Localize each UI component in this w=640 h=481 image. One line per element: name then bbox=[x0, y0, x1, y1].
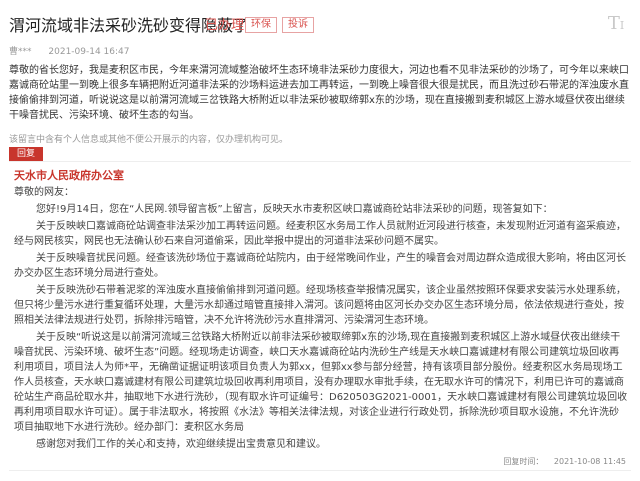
reply-paragraph: 关于反映噪音扰民问题。经查该洗砂场位于嘉诚商砼站院内，由于经常晚间作业，产生的噪… bbox=[14, 253, 626, 279]
reply-paragraph: 感谢您对我们工作的关心和支持，欢迎继续提出宝贵意见和建议。 bbox=[36, 439, 326, 450]
question-paragraph: 尊敬的省长您好，我是麦积区市民，今年来渭河流域整治破坏生态环境非法采砂力度很大，… bbox=[9, 65, 629, 121]
reply-paragraph: 关于反映“听说这是以前渭河流域三岔铁路大桥附近以前非法采砂被取缔郭x东的沙场,现… bbox=[14, 332, 628, 433]
author-name: 曹*** bbox=[9, 47, 32, 57]
privacy-notice: 该留言中含有个人信息或其他不便公开展示的内容，仅办理机构可见。 bbox=[9, 135, 289, 145]
reply-time-label: 回复时间： bbox=[503, 457, 544, 466]
divider bbox=[9, 470, 631, 471]
message-header: 渭河流域非法采砂洗砂变得隐蔽了 已办理 环保 投诉 TI bbox=[9, 10, 631, 40]
reply-paragraph: 关于反映峡口嘉诚商砼站调查非法采沙加工再转运问题。经麦积区水务局工作人员就附近河… bbox=[14, 221, 626, 247]
reply-greeting: 尊敬的网友： bbox=[14, 187, 74, 198]
tag-complaint[interactable]: 投诉 bbox=[282, 17, 314, 33]
reply-timestamp: 回复时间： 2021-10-08 11:45 bbox=[503, 456, 626, 467]
reply-section-bar: 回复 bbox=[9, 147, 631, 162]
reply-tab[interactable]: 回复 bbox=[9, 147, 44, 161]
message-meta: 曹*** 2021-09-14 16:47 bbox=[9, 44, 130, 57]
post-date: 2021-09-14 16:47 bbox=[48, 47, 130, 57]
reply-paragraph: 您好!9月14日，您在“人民网.领导留言板”上留言，反映天水市麦积区峡口嘉诚商砼… bbox=[36, 204, 553, 215]
status-label: 已办理 bbox=[205, 18, 245, 33]
reply-organization: 天水市人民政府办公室 bbox=[14, 169, 124, 182]
question-content: 尊敬的省长您好，我是麦积区市民，今年来渭河流域整治破坏生态环境非法采砂力度很大，… bbox=[9, 63, 631, 129]
tag-environment[interactable]: 环保 bbox=[245, 17, 277, 33]
text-size-icon[interactable]: TI bbox=[603, 13, 629, 35]
reply-time-value: 2021-10-08 11:45 bbox=[553, 457, 626, 466]
reply-paragraph: 关于反映洗砂石带着泥浆的浑浊废水直接偷偷排到河道问题。经现场核查举报情况属实，该… bbox=[14, 285, 626, 326]
message-detail-page: 渭河流域非法采砂洗砂变得隐蔽了 已办理 环保 投诉 TI 曹*** 2021-0… bbox=[0, 0, 640, 481]
reply-content: 尊敬的网友： 您好!9月14日，您在“人民网.领导留言板”上留言，反映天水市麦积… bbox=[14, 185, 628, 452]
